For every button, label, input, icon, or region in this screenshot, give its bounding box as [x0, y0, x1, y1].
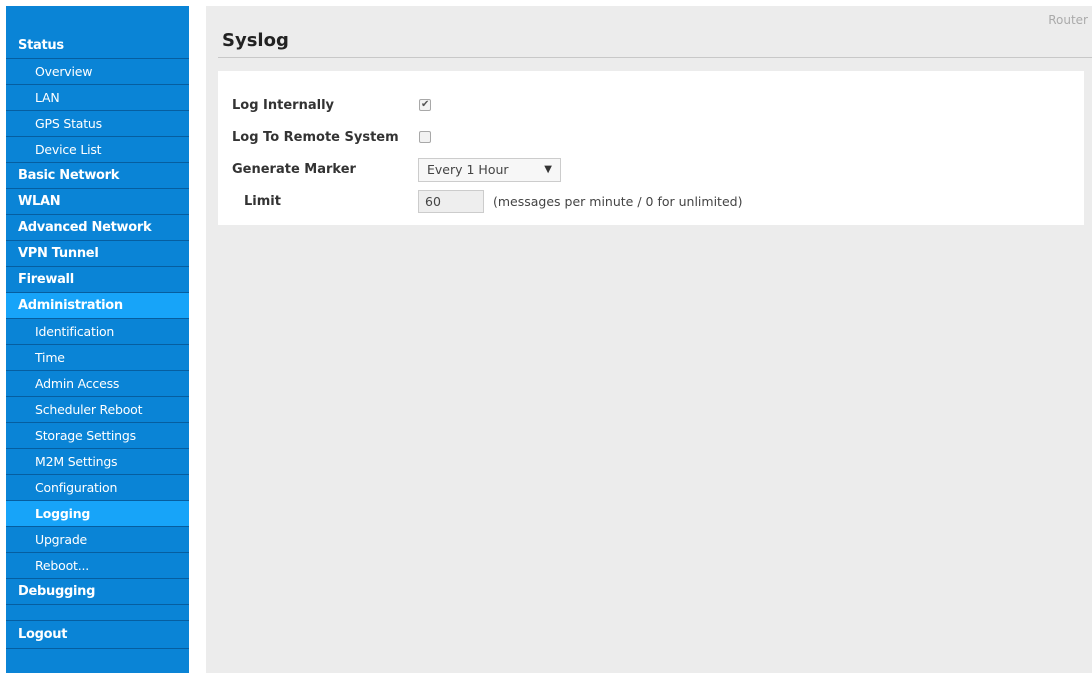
main-content: Router Syslog Log Internally ✔ Log To Re… — [206, 6, 1092, 673]
sidebar-item-scheduler-reboot[interactable]: Scheduler Reboot — [6, 397, 189, 423]
page-title: Syslog — [222, 30, 289, 51]
sidebar-item-storage-settings[interactable]: Storage Settings — [6, 423, 189, 449]
sidebar-item-debugging[interactable]: Debugging — [6, 579, 189, 605]
syslog-settings-panel: Log Internally ✔ Log To Remote System Ge… — [218, 71, 1084, 225]
logout-link[interactable]: Logout — [6, 621, 189, 649]
log-internally-row: Log Internally ✔ — [218, 92, 1084, 120]
generate-marker-label: Generate Marker — [232, 162, 356, 177]
sidebar-item-admin-access[interactable]: Admin Access — [6, 371, 189, 397]
generate-marker-row: Generate Marker Every 1 Hour ▼ — [218, 156, 1084, 184]
log-remote-row: Log To Remote System — [218, 124, 1084, 152]
limit-row: Limit (messages per minute / 0 for unlim… — [218, 188, 1084, 216]
sidebar: Status Overview LAN GPS Status Device List Ba… — [6, 6, 189, 673]
router-brand-label: Router — [1048, 13, 1088, 27]
sidebar-item-reboot[interactable]: Reboot... — [6, 553, 189, 579]
sidebar-top-spacer — [6, 6, 189, 33]
sidebar-item-gps-status[interactable]: GPS Status — [6, 111, 189, 137]
log-remote-checkbox[interactable] — [419, 131, 431, 143]
check-icon: ✔ — [421, 99, 430, 110]
sidebar-item-wlan[interactable]: WLAN — [6, 189, 189, 215]
sidebar-item-vpn-tunnel[interactable]: VPN Tunnel — [6, 241, 189, 267]
generate-marker-select[interactable]: Every 1 Hour ▼ — [418, 158, 561, 182]
sidebar-item-basic-network[interactable]: Basic Network — [6, 163, 189, 189]
sidebar-item-device-list[interactable]: Device List — [6, 137, 189, 163]
sidebar-item-status[interactable]: Status — [6, 33, 189, 59]
sidebar-item-time[interactable]: Time — [6, 345, 189, 371]
sidebar-item-identification[interactable]: Identification — [6, 319, 189, 345]
limit-label: Limit — [244, 194, 281, 209]
dropdown-arrow-icon: ▼ — [544, 164, 552, 175]
log-internally-checkbox[interactable]: ✔ — [419, 99, 431, 111]
sidebar-item-firewall[interactable]: Firewall — [6, 267, 189, 293]
sidebar-item-overview[interactable]: Overview — [6, 59, 189, 85]
sidebar-item-advanced-network[interactable]: Advanced Network — [6, 215, 189, 241]
limit-hint: (messages per minute / 0 for unlimited) — [493, 194, 743, 209]
generate-marker-value: Every 1 Hour — [427, 162, 509, 177]
sidebar-item-m2m-settings[interactable]: M2M Settings — [6, 449, 189, 475]
sidebar-item-upgrade[interactable]: Upgrade — [6, 527, 189, 553]
limit-input[interactable] — [418, 190, 484, 213]
title-divider — [218, 57, 1092, 58]
sidebar-divider — [6, 605, 189, 621]
sidebar-item-administration[interactable]: Administration — [6, 293, 189, 319]
log-internally-label: Log Internally — [232, 98, 334, 113]
sidebar-item-configuration[interactable]: Configuration — [6, 475, 189, 501]
sidebar-menu: Status Overview LAN GPS Status Device List Ba… — [6, 33, 189, 605]
sidebar-item-lan[interactable]: LAN — [6, 85, 189, 111]
log-remote-label: Log To Remote System — [232, 130, 399, 145]
sidebar-item-logging[interactable]: Logging — [6, 501, 189, 527]
